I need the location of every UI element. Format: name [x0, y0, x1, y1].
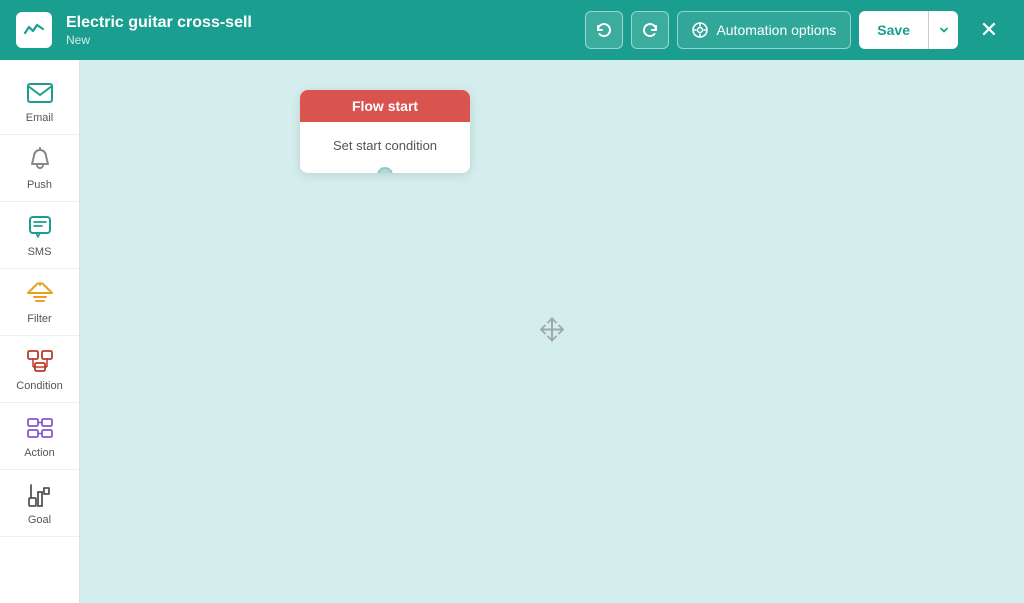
- save-button[interactable]: Save: [859, 11, 928, 49]
- flow-start-card[interactable]: Flow start Set start condition: [300, 90, 470, 173]
- canvas: Flow start Set start condition: [80, 60, 1024, 603]
- sidebar-item-filter[interactable]: Filter: [0, 269, 79, 336]
- flow-start-header: Flow start: [300, 90, 470, 122]
- undo-button[interactable]: [585, 11, 623, 49]
- sidebar-item-email-label: Email: [26, 112, 54, 124]
- main-area: Email Push SMS: [0, 60, 1024, 603]
- sidebar-item-filter-label: Filter: [27, 313, 51, 325]
- sidebar-item-push[interactable]: Push: [0, 135, 79, 202]
- canvas-move-cursor: [537, 314, 567, 349]
- sidebar-item-goal-label: Goal: [28, 514, 51, 526]
- page-title: Electric guitar cross-sell: [66, 13, 585, 32]
- app-header: Electric guitar cross-sell New: [0, 0, 1024, 60]
- sidebar-item-goal[interactable]: Goal: [0, 470, 79, 537]
- sidebar-item-push-label: Push: [27, 179, 52, 191]
- header-actions: Automation options Save ✕: [585, 11, 1008, 49]
- flow-start-body: Set start condition: [300, 122, 470, 173]
- app-logo: [16, 12, 52, 48]
- sidebar-item-email[interactable]: Email: [0, 68, 79, 135]
- header-title-block: Electric guitar cross-sell New: [66, 13, 585, 46]
- filter-icon: [25, 279, 55, 309]
- sidebar-item-sms-label: SMS: [28, 246, 52, 258]
- sidebar-item-action-label: Action: [24, 447, 55, 459]
- page-subtitle: New: [66, 33, 585, 47]
- condition-icon: [25, 346, 55, 376]
- push-icon: [25, 145, 55, 175]
- action-icon: [25, 413, 55, 443]
- sidebar-item-condition-label: Condition: [16, 380, 62, 392]
- sidebar: Email Push SMS: [0, 60, 80, 603]
- close-button[interactable]: ✕: [970, 11, 1008, 49]
- automation-options-label: Automation options: [716, 22, 836, 38]
- save-group: Save: [859, 11, 958, 49]
- redo-button[interactable]: [631, 11, 669, 49]
- email-icon: [25, 78, 55, 108]
- sidebar-item-action[interactable]: Action: [0, 403, 79, 470]
- sms-icon: [25, 212, 55, 242]
- sidebar-item-sms[interactable]: SMS: [0, 202, 79, 269]
- automation-options-button[interactable]: Automation options: [677, 11, 851, 49]
- sidebar-item-condition[interactable]: Condition: [0, 336, 79, 403]
- goal-icon: [25, 480, 55, 510]
- save-dropdown-button[interactable]: [928, 11, 958, 49]
